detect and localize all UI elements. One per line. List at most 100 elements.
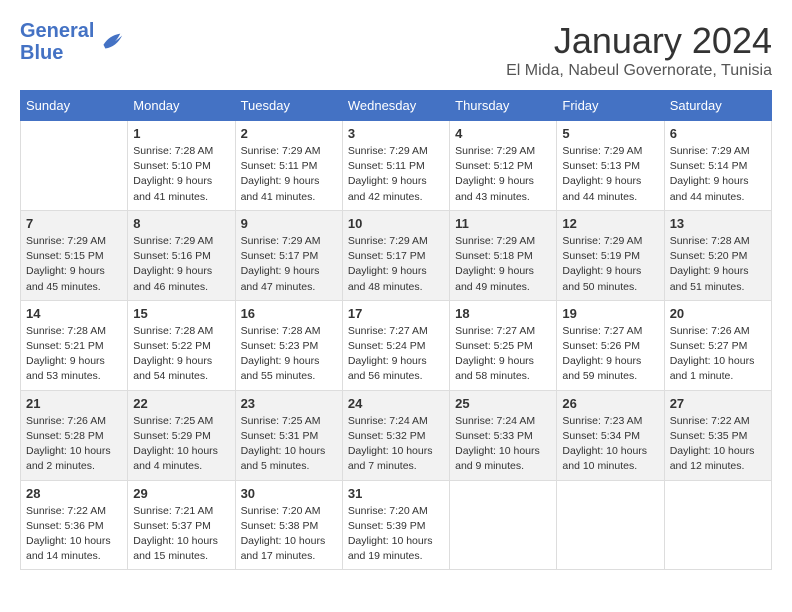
day-info: Sunrise: 7:27 AM Sunset: 5:25 PM Dayligh… (455, 324, 551, 385)
day-info: Sunrise: 7:28 AM Sunset: 5:23 PM Dayligh… (241, 324, 337, 385)
day-info: Sunrise: 7:21 AM Sunset: 5:37 PM Dayligh… (133, 504, 229, 565)
day-number: 22 (133, 396, 229, 411)
calendar-cell: 15Sunrise: 7:28 AM Sunset: 5:22 PM Dayli… (128, 300, 235, 390)
day-info: Sunrise: 7:20 AM Sunset: 5:39 PM Dayligh… (348, 504, 444, 565)
day-info: Sunrise: 7:23 AM Sunset: 5:34 PM Dayligh… (562, 414, 658, 475)
day-info: Sunrise: 7:26 AM Sunset: 5:28 PM Dayligh… (26, 414, 122, 475)
calendar-table: SundayMondayTuesdayWednesdayThursdayFrid… (20, 90, 772, 570)
calendar-cell: 13 Sunrise: 7:28 AM Sunset: 5:20 PM Dayli… (664, 210, 771, 300)
day-number: 10 (348, 216, 444, 231)
page-header: General Blue January 2024 El Mida, Nabeu… (20, 20, 772, 80)
calendar-cell: 21 Sunrise: 7:26 AM Sunset: 5:28 PM Dayli… (21, 390, 128, 480)
calendar-cell: 12Sunrise: 7:29 AM Sunset: 5:19 PM Dayli… (557, 210, 664, 300)
page-subtitle: El Mida, Nabeul Governorate, Tunisia (506, 62, 772, 80)
day-number: 13 (670, 216, 766, 231)
day-info: Sunrise: 7:20 AM Sunset: 5:38 PM Dayligh… (241, 504, 337, 565)
calendar-cell: 2 Sunrise: 7:29 AM Sunset: 5:11 PM Daylig… (235, 121, 342, 211)
day-info: Sunrise: 7:29 AM Sunset: 5:13 PM Dayligh… (562, 144, 658, 205)
calendar-cell: 10Sunrise: 7:29 AM Sunset: 5:17 PM Dayli… (342, 210, 449, 300)
calendar-cell: 16 Sunrise: 7:28 AM Sunset: 5:23 PM Dayli… (235, 300, 342, 390)
weekday-header: Wednesday (342, 91, 449, 121)
logo-bird-icon (96, 28, 124, 56)
calendar-header: SundayMondayTuesdayWednesdayThursdayFrid… (21, 91, 772, 121)
weekday-header: Tuesday (235, 91, 342, 121)
calendar-cell: 20 Sunrise: 7:26 AM Sunset: 5:27 PM Dayli… (664, 300, 771, 390)
logo-line1: General (20, 20, 94, 42)
day-info: Sunrise: 7:27 AM Sunset: 5:26 PM Dayligh… (562, 324, 658, 385)
weekday-header: Saturday (664, 91, 771, 121)
title-block: January 2024 El Mida, Nabeul Governorate… (506, 20, 772, 80)
calendar-row: 1 Sunrise: 7:28 AM Sunset: 5:10 PM Daylig… (21, 121, 772, 211)
day-info: Sunrise: 7:29 AM Sunset: 5:18 PM Dayligh… (455, 234, 551, 295)
calendar-cell: 23 Sunrise: 7:25 AM Sunset: 5:31 PM Dayli… (235, 390, 342, 480)
day-number: 14 (26, 306, 122, 321)
day-number: 16 (241, 306, 337, 321)
day-number: 21 (26, 396, 122, 411)
day-number: 9 (241, 216, 337, 231)
day-number: 24 (348, 396, 444, 411)
calendar-cell (557, 480, 664, 570)
day-number: 23 (241, 396, 337, 411)
day-number: 15 (133, 306, 229, 321)
day-number: 12 (562, 216, 658, 231)
calendar-cell: 5Sunrise: 7:29 AM Sunset: 5:13 PM Daylig… (557, 121, 664, 211)
day-info: Sunrise: 7:29 AM Sunset: 5:16 PM Dayligh… (133, 234, 229, 295)
weekday-header: Friday (557, 91, 664, 121)
day-number: 25 (455, 396, 551, 411)
day-info: Sunrise: 7:26 AM Sunset: 5:27 PM Dayligh… (670, 324, 766, 385)
calendar-cell: 9Sunrise: 7:29 AM Sunset: 5:17 PM Daylig… (235, 210, 342, 300)
calendar-cell (664, 480, 771, 570)
day-number: 18 (455, 306, 551, 321)
calendar-cell: 26 Sunrise: 7:23 AM Sunset: 5:34 PM Dayli… (557, 390, 664, 480)
calendar-cell: 17 Sunrise: 7:27 AM Sunset: 5:24 PM Dayli… (342, 300, 449, 390)
day-number: 31 (348, 486, 444, 501)
day-info: Sunrise: 7:29 AM Sunset: 5:15 PM Dayligh… (26, 234, 122, 295)
day-number: 19 (562, 306, 658, 321)
calendar-cell: 30 Sunrise: 7:20 AM Sunset: 5:38 PM Dayli… (235, 480, 342, 570)
day-info: Sunrise: 7:29 AM Sunset: 5:14 PM Dayligh… (670, 144, 766, 205)
day-number: 11 (455, 216, 551, 231)
logo: General Blue (20, 20, 124, 64)
weekday-header: Thursday (450, 91, 557, 121)
day-number: 2 (241, 126, 337, 141)
day-info: Sunrise: 7:29 AM Sunset: 5:11 PM Dayligh… (241, 144, 337, 205)
day-info: Sunrise: 7:27 AM Sunset: 5:24 PM Dayligh… (348, 324, 444, 385)
day-number: 8 (133, 216, 229, 231)
header-row: SundayMondayTuesdayWednesdayThursdayFrid… (21, 91, 772, 121)
day-number: 4 (455, 126, 551, 141)
day-number: 26 (562, 396, 658, 411)
day-number: 6 (670, 126, 766, 141)
calendar-row: 21 Sunrise: 7:26 AM Sunset: 5:28 PM Dayli… (21, 390, 772, 480)
calendar-cell: 3Sunrise: 7:29 AM Sunset: 5:11 PM Daylig… (342, 121, 449, 211)
day-info: Sunrise: 7:25 AM Sunset: 5:31 PM Dayligh… (241, 414, 337, 475)
logo-line2: Blue (20, 42, 63, 64)
calendar-cell: 6 Sunrise: 7:29 AM Sunset: 5:14 PM Daylig… (664, 121, 771, 211)
day-number: 17 (348, 306, 444, 321)
day-number: 30 (241, 486, 337, 501)
day-info: Sunrise: 7:22 AM Sunset: 5:36 PM Dayligh… (26, 504, 122, 565)
day-info: Sunrise: 7:25 AM Sunset: 5:29 PM Dayligh… (133, 414, 229, 475)
calendar-row: 14Sunrise: 7:28 AM Sunset: 5:21 PM Dayli… (21, 300, 772, 390)
day-number: 1 (133, 126, 229, 141)
day-info: Sunrise: 7:29 AM Sunset: 5:12 PM Dayligh… (455, 144, 551, 205)
calendar-cell: 29 Sunrise: 7:21 AM Sunset: 5:37 PM Dayli… (128, 480, 235, 570)
calendar-row: 28Sunrise: 7:22 AM Sunset: 5:36 PM Dayli… (21, 480, 772, 570)
calendar-cell: 27 Sunrise: 7:22 AM Sunset: 5:35 PM Dayli… (664, 390, 771, 480)
calendar-cell: 19 Sunrise: 7:27 AM Sunset: 5:26 PM Dayli… (557, 300, 664, 390)
day-number: 20 (670, 306, 766, 321)
calendar-cell: 18 Sunrise: 7:27 AM Sunset: 5:25 PM Dayli… (450, 300, 557, 390)
calendar-cell: 1 Sunrise: 7:28 AM Sunset: 5:10 PM Daylig… (128, 121, 235, 211)
day-info: Sunrise: 7:28 AM Sunset: 5:20 PM Dayligh… (670, 234, 766, 295)
calendar-cell: 22 Sunrise: 7:25 AM Sunset: 5:29 PM Dayli… (128, 390, 235, 480)
day-number: 29 (133, 486, 229, 501)
logo-text: General Blue (20, 20, 94, 64)
calendar-cell: 8 Sunrise: 7:29 AM Sunset: 5:16 PM Daylig… (128, 210, 235, 300)
calendar-body: 1 Sunrise: 7:28 AM Sunset: 5:10 PM Daylig… (21, 121, 772, 570)
weekday-header: Monday (128, 91, 235, 121)
day-info: Sunrise: 7:22 AM Sunset: 5:35 PM Dayligh… (670, 414, 766, 475)
calendar-cell: 11 Sunrise: 7:29 AM Sunset: 5:18 PM Dayli… (450, 210, 557, 300)
day-info: Sunrise: 7:28 AM Sunset: 5:10 PM Dayligh… (133, 144, 229, 205)
day-number: 27 (670, 396, 766, 411)
page-title: January 2024 (506, 20, 772, 62)
day-info: Sunrise: 7:24 AM Sunset: 5:33 PM Dayligh… (455, 414, 551, 475)
